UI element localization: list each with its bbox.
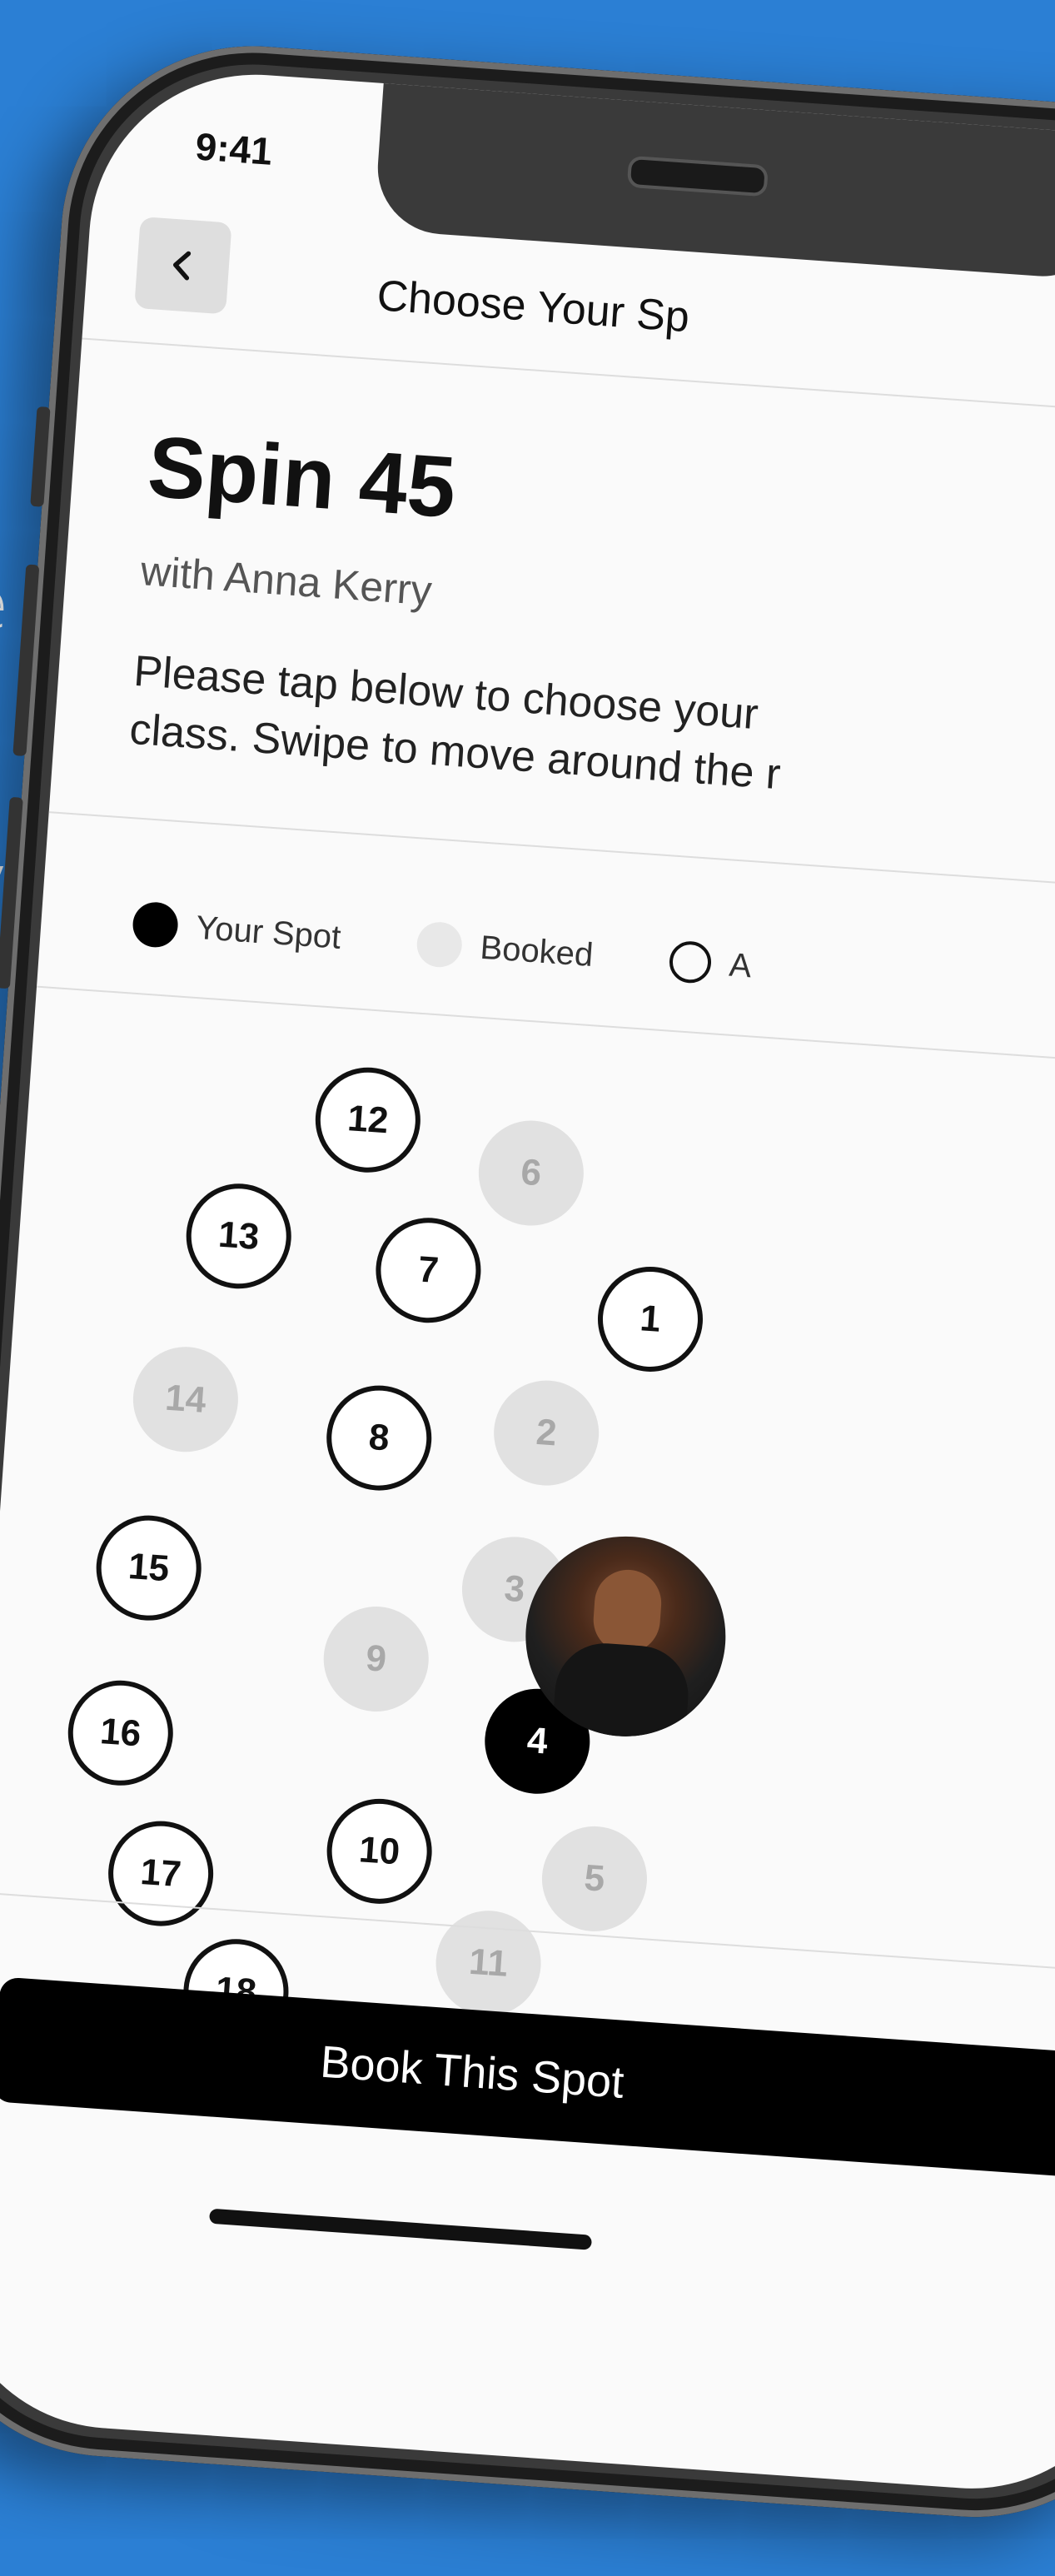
background-caption-1: e xyxy=(0,566,8,645)
class-title: Spin 45 xyxy=(144,418,459,537)
description-divider xyxy=(48,811,1055,896)
legend-booked: Booked xyxy=(479,929,595,974)
chevron-left-icon xyxy=(172,251,192,281)
instructor-name: with Anna Kerry xyxy=(139,547,434,615)
book-spot-button[interactable]: Book This Spot xyxy=(0,1976,1055,2180)
legend-available: A xyxy=(728,946,753,984)
back-button[interactable] xyxy=(134,217,232,315)
volume-down-button xyxy=(0,796,23,989)
seat-13[interactable]: 13 xyxy=(182,1180,295,1293)
seat-14: 14 xyxy=(129,1343,242,1456)
header-divider xyxy=(82,337,1055,423)
instructor-body xyxy=(550,1640,692,1743)
phone-frame: 9:41 Choose Your Sp Spin 45 with Anna Ke… xyxy=(0,33,1055,2530)
silent-switch xyxy=(30,406,51,507)
booked-swatch xyxy=(416,920,464,969)
seat-2: 2 xyxy=(490,1377,603,1489)
volume-up-button xyxy=(12,564,40,757)
seat-8[interactable]: 8 xyxy=(322,1382,435,1494)
class-description: Please tap below to choose your class. S… xyxy=(127,642,1055,828)
notch xyxy=(373,80,1055,281)
seat-5: 5 xyxy=(538,1822,651,1936)
seat-15[interactable]: 15 xyxy=(92,1512,205,1624)
app-screen: 9:41 Choose Your Sp Spin 45 with Anna Ke… xyxy=(0,63,1055,2500)
legend-divider xyxy=(36,985,1055,1071)
available-swatch xyxy=(668,939,713,984)
seat-1[interactable]: 1 xyxy=(594,1263,707,1376)
nav-title: Choose Your Sp xyxy=(375,272,691,342)
seat-9: 9 xyxy=(320,1602,432,1716)
status-time: 9:41 xyxy=(194,124,274,173)
home-indicator xyxy=(208,2208,593,2250)
seat-17[interactable]: 17 xyxy=(104,1817,217,1930)
your-spot-swatch xyxy=(131,900,180,949)
legend: Your Spot Booked A xyxy=(131,900,811,994)
seat-12[interactable]: 12 xyxy=(311,1064,425,1176)
legend-your-spot: Your Spot xyxy=(194,909,342,956)
seat-16[interactable]: 16 xyxy=(64,1677,177,1790)
seat-7[interactable]: 7 xyxy=(372,1213,485,1327)
instructor-face xyxy=(591,1567,664,1656)
seat-6: 6 xyxy=(475,1117,588,1229)
speaker-grille xyxy=(626,155,769,197)
seat-10[interactable]: 10 xyxy=(323,1795,435,1908)
